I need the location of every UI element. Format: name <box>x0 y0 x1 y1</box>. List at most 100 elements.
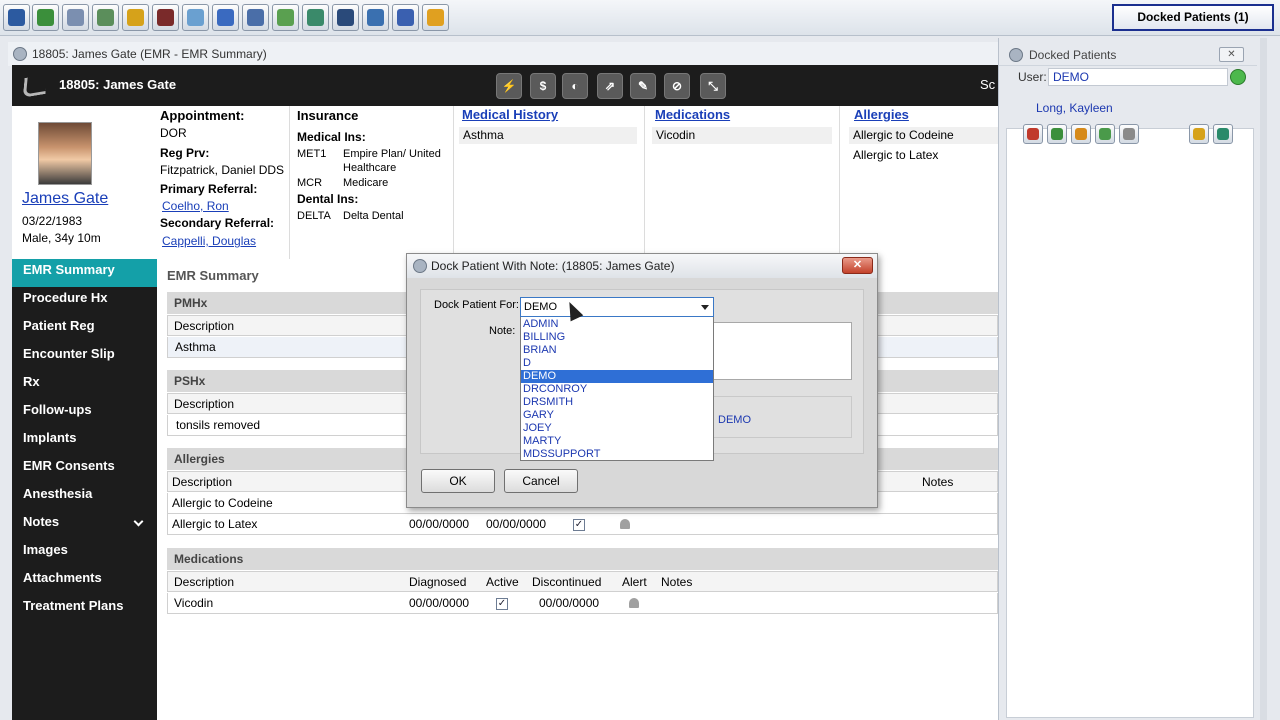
nav-anesthesia[interactable]: Anesthesia <box>12 483 157 511</box>
medications-link[interactable]: Medications <box>655 107 730 122</box>
row-description: Allergic to Latex <box>172 517 258 531</box>
table-row[interactable]: Allergic to Latex 00/00/0000 00/00/0000 … <box>167 514 998 535</box>
nav-rx[interactable]: Rx <box>12 371 157 399</box>
allergies-link[interactable]: Allergies <box>854 107 909 122</box>
nav-patient-reg[interactable]: Patient Reg <box>12 315 157 343</box>
alert-bell-icon[interactable] <box>620 519 630 529</box>
dock-for-label: Dock Patient For: <box>434 299 519 311</box>
column-header: Notes <box>661 575 693 589</box>
select-value: DEMO <box>524 301 557 313</box>
close-icon[interactable]: ✕ <box>842 257 873 274</box>
primary-referral-link[interactable]: Coelho, Ron <box>162 199 229 213</box>
dropdown-option-selected[interactable]: DEMO <box>521 370 713 383</box>
document-icon[interactable] <box>362 4 389 31</box>
chat-icon[interactable] <box>302 4 329 31</box>
window-title-bar: 18805: James Gate (EMR - EMR Summary) <box>8 42 998 66</box>
dropdown-option[interactable]: BRIAN <box>521 344 713 357</box>
nav-treatment-plans[interactable]: Treatment Plans <box>12 595 157 623</box>
ledger-icon[interactable] <box>122 4 149 31</box>
dropdown-option[interactable]: DRCONROY <box>521 383 713 396</box>
tooth-icon[interactable]: ◐ <box>562 73 588 99</box>
dropdown-option[interactable]: MDSSUPPORT <box>521 448 713 461</box>
expand-icon[interactable]: ⤡ <box>700 73 726 99</box>
column-divider <box>289 106 290 259</box>
paperclip-icon[interactable] <box>1119 124 1139 144</box>
search-icon[interactable] <box>62 4 89 31</box>
cancel-button[interactable]: Cancel <box>504 469 578 493</box>
nav-emr-summary[interactable]: EMR Summary <box>12 259 157 287</box>
new-icon[interactable] <box>32 4 59 31</box>
medical-history-link[interactable]: Medical History <box>462 107 558 122</box>
patient-photo <box>38 122 92 185</box>
list-icon[interactable] <box>1071 124 1091 144</box>
attach-icon[interactable]: ⊘ <box>664 73 690 99</box>
window-icon[interactable] <box>332 4 359 31</box>
table-header: Description Diagnosed Active Discontinue… <box>167 571 998 592</box>
column-header: Description <box>174 575 235 589</box>
close-icon[interactable]: ✕ <box>1219 47 1244 62</box>
nav-procedure-hx[interactable]: Procedure Hx <box>12 287 157 315</box>
flash-icon[interactable]: ⚡ <box>496 73 522 99</box>
ok-button[interactable]: OK <box>421 469 495 493</box>
active-checkbox[interactable]: ✓ <box>573 519 585 531</box>
chart-icon[interactable] <box>1023 124 1043 144</box>
patient-icon[interactable] <box>3 4 30 31</box>
dock-title-text: Docked Patients <box>1029 48 1117 62</box>
app-icon <box>1009 48 1023 62</box>
download-icon[interactable] <box>392 4 419 31</box>
dock-for-select[interactable]: DEMO <box>520 297 714 317</box>
docked-patient-name[interactable]: Long, Kayleen <box>1036 101 1113 115</box>
refresh-icon[interactable] <box>1230 69 1246 85</box>
ins-name-line2: Healthcare <box>343 162 397 174</box>
undock-icon[interactable] <box>1213 124 1233 144</box>
dropdown-option[interactable]: DRSMITH <box>521 396 713 409</box>
nav-images[interactable]: Images <box>12 539 157 567</box>
nav-implants[interactable]: Implants <box>12 427 157 455</box>
column-header: Active <box>486 575 519 589</box>
exit-icon[interactable] <box>422 4 449 31</box>
appointment-value: DOR <box>160 126 187 140</box>
nav-attachments[interactable]: Attachments <box>12 567 157 595</box>
map-icon[interactable] <box>272 4 299 31</box>
docked-patients-button[interactable]: Docked Patients (1) <box>1112 4 1274 31</box>
scrollbar[interactable] <box>1260 38 1267 720</box>
sign-icon[interactable]: ✎ <box>630 73 656 99</box>
medications-section-header: Medications <box>167 548 998 570</box>
ins-code: MET1 <box>297 148 327 160</box>
tooth-icon[interactable] <box>152 4 179 31</box>
nav-notes-label: Notes <box>23 514 60 529</box>
patient-name-link[interactable]: James Gate <box>22 190 108 208</box>
upload-icon[interactable] <box>1095 124 1115 144</box>
reports-icon[interactable] <box>242 4 269 31</box>
nav-follow-ups[interactable]: Follow-ups <box>12 399 157 427</box>
dock-user-value: DEMO <box>718 414 751 426</box>
dental-ins-label: Dental Ins: <box>297 192 359 206</box>
claims-icon[interactable] <box>182 4 209 31</box>
secondary-referral-link[interactable]: Cappelli, Douglas <box>162 234 256 248</box>
dropdown-option[interactable]: MARTY <box>521 435 713 448</box>
dropdown-option[interactable]: D <box>521 357 713 370</box>
nav-emr-consents[interactable]: EMR Consents <box>12 455 157 483</box>
row-description: tonsils removed <box>176 418 261 432</box>
dollar-icon[interactable]: $ <box>530 73 556 99</box>
dropdown-option[interactable]: BILLING <box>521 331 713 344</box>
alert-bell-icon[interactable] <box>629 598 639 608</box>
dropdown-option[interactable]: JOEY <box>521 422 713 435</box>
logo-icon <box>22 74 48 98</box>
patient-dob: 03/22/1983 <box>22 214 83 228</box>
user-field[interactable]: DEMO <box>1048 68 1228 86</box>
scheduler-icon[interactable] <box>92 4 119 31</box>
nav-notes[interactable]: Notes <box>12 511 157 539</box>
table-row[interactable]: Vicodin 00/00/0000 ✓ 00/00/0000 <box>167 593 998 614</box>
dollar-icon[interactable] <box>1047 124 1067 144</box>
reg-prv-label: Reg Prv: <box>160 146 210 160</box>
transfer-icon[interactable] <box>212 4 239 31</box>
dropdown-option[interactable]: ADMIN <box>521 318 713 331</box>
chevron-down-icon[interactable] <box>701 305 709 310</box>
column-header: Description <box>172 475 233 489</box>
dropdown-option[interactable]: GARY <box>521 409 713 422</box>
note-icon[interactable] <box>1189 124 1209 144</box>
nav-encounter-slip[interactable]: Encounter Slip <box>12 343 157 371</box>
active-checkbox[interactable]: ✓ <box>496 598 508 610</box>
export-icon[interactable]: ⇗ <box>597 73 623 99</box>
